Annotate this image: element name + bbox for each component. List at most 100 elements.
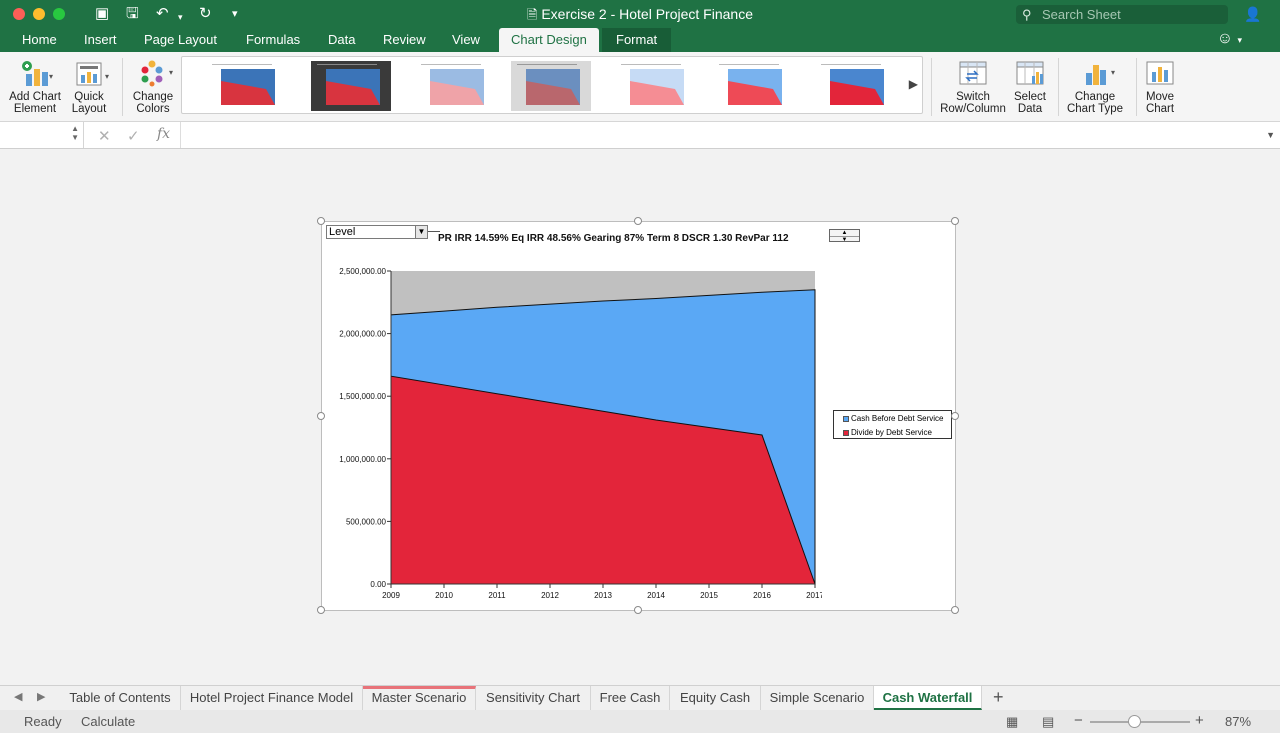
chart-design-ribbon: ▾ Add Chart Element ▾ Quick Layout ▾ Cha… (0, 52, 1280, 122)
resize-handle[interactable] (317, 412, 325, 420)
normal-view-icon[interactable]: ▦ (1006, 714, 1018, 730)
spinner-down-icon[interactable]: ▼ (830, 236, 859, 243)
sheet-tab-free-cash[interactable]: Free Cash (591, 686, 670, 710)
chart-style-1-thumbnail[interactable] (206, 61, 286, 111)
change-colors-button[interactable]: ▾ Change Colors (128, 52, 178, 122)
formula-divider (180, 122, 181, 148)
tab-format[interactable]: Format (602, 28, 672, 52)
sheet-tab-sensitivity-chart[interactable]: Sensitivity Chart (476, 686, 591, 710)
x-tick-label: 2013 (594, 591, 612, 600)
tab-chart-design[interactable]: Chart Design (499, 28, 599, 52)
move-chart-label-2: Chart (1145, 103, 1175, 115)
sheet-tab-cash-waterfall[interactable]: Cash Waterfall (874, 686, 982, 710)
expand-formula-bar-icon[interactable]: ▼ (1266, 130, 1275, 140)
page-layout-view-icon[interactable]: ▤ (1042, 714, 1054, 730)
search-input[interactable] (1042, 7, 1222, 22)
scenario-dropdown[interactable]: Level ▼ (326, 225, 428, 239)
status-calculate[interactable]: Calculate (81, 714, 135, 729)
chart-styles-gallery: ▶ (181, 56, 923, 114)
resize-handle[interactable] (317, 217, 325, 225)
resize-handle[interactable] (951, 217, 959, 225)
switch-row-column-button[interactable]: Switch Row/Column (938, 52, 1008, 122)
scenario-spinner[interactable]: ▲ ▼ (829, 229, 860, 243)
switch-row-column-label-1: Switch (956, 91, 990, 103)
resize-handle[interactable] (951, 412, 959, 420)
quick-layout-label-2: Layout (71, 103, 107, 115)
legend-label: Cash Before Debt Service (851, 414, 944, 423)
formula-input[interactable] (182, 123, 1262, 147)
change-chart-type-button[interactable]: ▾ Change Chart Type (1064, 52, 1126, 122)
zoom-slider-thumb[interactable] (1128, 715, 1141, 728)
zoom-in-icon[interactable]: + (1195, 712, 1204, 729)
feedback-smiley-icon[interactable]: ☺ ▾ (1217, 30, 1242, 48)
y-tick-label: 1,000,000.00 (339, 455, 386, 464)
add-chart-element-icon: ▾ (20, 59, 53, 87)
resize-handle[interactable] (317, 606, 325, 614)
select-data-button[interactable]: Select Data (1008, 52, 1052, 122)
area-chart-plot[interactable]: 2,500,000.00 2,000,000.00 1,500,000.00 1,00… (322, 242, 822, 612)
svg-text:▾: ▾ (49, 72, 53, 81)
chart-style-4-thumbnail[interactable] (511, 61, 591, 111)
sheet-tab-simple-scenario[interactable]: Simple Scenario (761, 686, 874, 710)
change-chart-type-label-1: Change (1074, 91, 1116, 103)
resize-handle[interactable] (634, 217, 642, 225)
chart-style-3-thumbnail[interactable] (415, 61, 495, 111)
sheet-tab-master-scenario[interactable]: Master Scenario (363, 686, 476, 710)
scenario-dropdown-value: Level (329, 226, 356, 238)
move-chart-button[interactable]: Move Chart (1140, 52, 1180, 122)
change-colors-label-2: Colors (136, 103, 170, 115)
resize-handle[interactable] (951, 606, 959, 614)
x-tick-label: 2016 (753, 591, 771, 600)
zoom-out-icon[interactable]: − (1074, 712, 1083, 729)
legend-item-cash-before-debt-service: Cash Before Debt Service (843, 414, 944, 423)
window-title-text: Exercise 2 - Hotel Project Finance (541, 6, 753, 22)
y-tick-label: 1,500,000.00 (339, 392, 386, 401)
function-icon[interactable]: fx (157, 126, 170, 142)
svg-text:▾: ▾ (105, 72, 109, 81)
add-sheet-icon[interactable]: + (993, 687, 1004, 708)
dropdown-arrow-icon[interactable]: ▼ (415, 226, 427, 238)
select-data-label-1: Select (1014, 91, 1046, 103)
sheet-tab-table-of-contents[interactable]: Table of Contents (60, 686, 181, 710)
tab-home[interactable]: Home (22, 32, 57, 47)
y-tick-label: 2,500,000.00 (339, 267, 386, 276)
ribbon-separator (1058, 58, 1059, 116)
chart-style-6-thumbnail[interactable] (713, 61, 793, 111)
cancel-formula-icon[interactable]: ✕ (98, 127, 111, 145)
search-icon: ⚲ (1022, 7, 1032, 22)
tab-insert[interactable]: Insert (84, 32, 117, 47)
chart-object[interactable]: Level ▼ PR IRR 14.59% Eq IRR 48.56% Gear… (317, 217, 959, 614)
x-tick-label: 2012 (541, 591, 559, 600)
search-sheet-box[interactable]: ⚲ (1016, 5, 1228, 24)
tab-formulas[interactable]: Formulas (246, 32, 300, 47)
tab-data[interactable]: Data (328, 32, 355, 47)
status-ready: Ready (24, 714, 62, 729)
resize-handle[interactable] (634, 606, 642, 614)
status-bar: Ready Calculate ▦ ▤ − + 87% (0, 710, 1280, 733)
tab-review[interactable]: Review (383, 32, 426, 47)
tab-view[interactable]: View (452, 32, 480, 47)
sheet-tab-equity-cash[interactable]: Equity Cash (670, 686, 761, 710)
name-box[interactable]: ▲ ▼ (0, 122, 84, 148)
add-chart-element-label-2: Element (13, 103, 57, 115)
add-chart-element-button[interactable]: ▾ Add Chart Element (4, 52, 66, 122)
change-colors-icon: ▾ (138, 59, 173, 87)
share-user-icon[interactable]: 👤 (1244, 5, 1261, 23)
add-chart-element-label-1: Add Chart (9, 91, 61, 103)
x-tick-label: 2010 (435, 591, 453, 600)
switch-row-column-label-2: Row/Column (940, 103, 1006, 115)
chart-legend[interactable]: Cash Before Debt Service Divide by Debt … (833, 410, 952, 439)
quick-layout-label-1: Quick (74, 91, 104, 103)
tab-page-layout[interactable]: Page Layout (144, 32, 217, 47)
confirm-formula-icon[interactable]: ✓ (127, 127, 140, 145)
ribbon-tabs: Home Insert Page Layout Formulas Data Re… (0, 28, 1280, 52)
previous-sheet-icon[interactable]: ◀ (14, 690, 22, 703)
next-sheet-icon[interactable]: ▶ (37, 690, 45, 703)
chart-style-7-thumbnail[interactable] (815, 61, 895, 111)
chart-style-5-thumbnail[interactable] (615, 61, 695, 111)
chart-style-2-thumbnail[interactable] (311, 61, 391, 111)
name-box-stepper-icon[interactable]: ▲ ▼ (71, 124, 79, 142)
quick-layout-button[interactable]: ▾ Quick Layout (66, 52, 112, 122)
gallery-next-arrow-icon[interactable]: ▶ (909, 77, 918, 91)
sheet-tab-hotel-project-finance-model[interactable]: Hotel Project Finance Model (181, 686, 363, 710)
